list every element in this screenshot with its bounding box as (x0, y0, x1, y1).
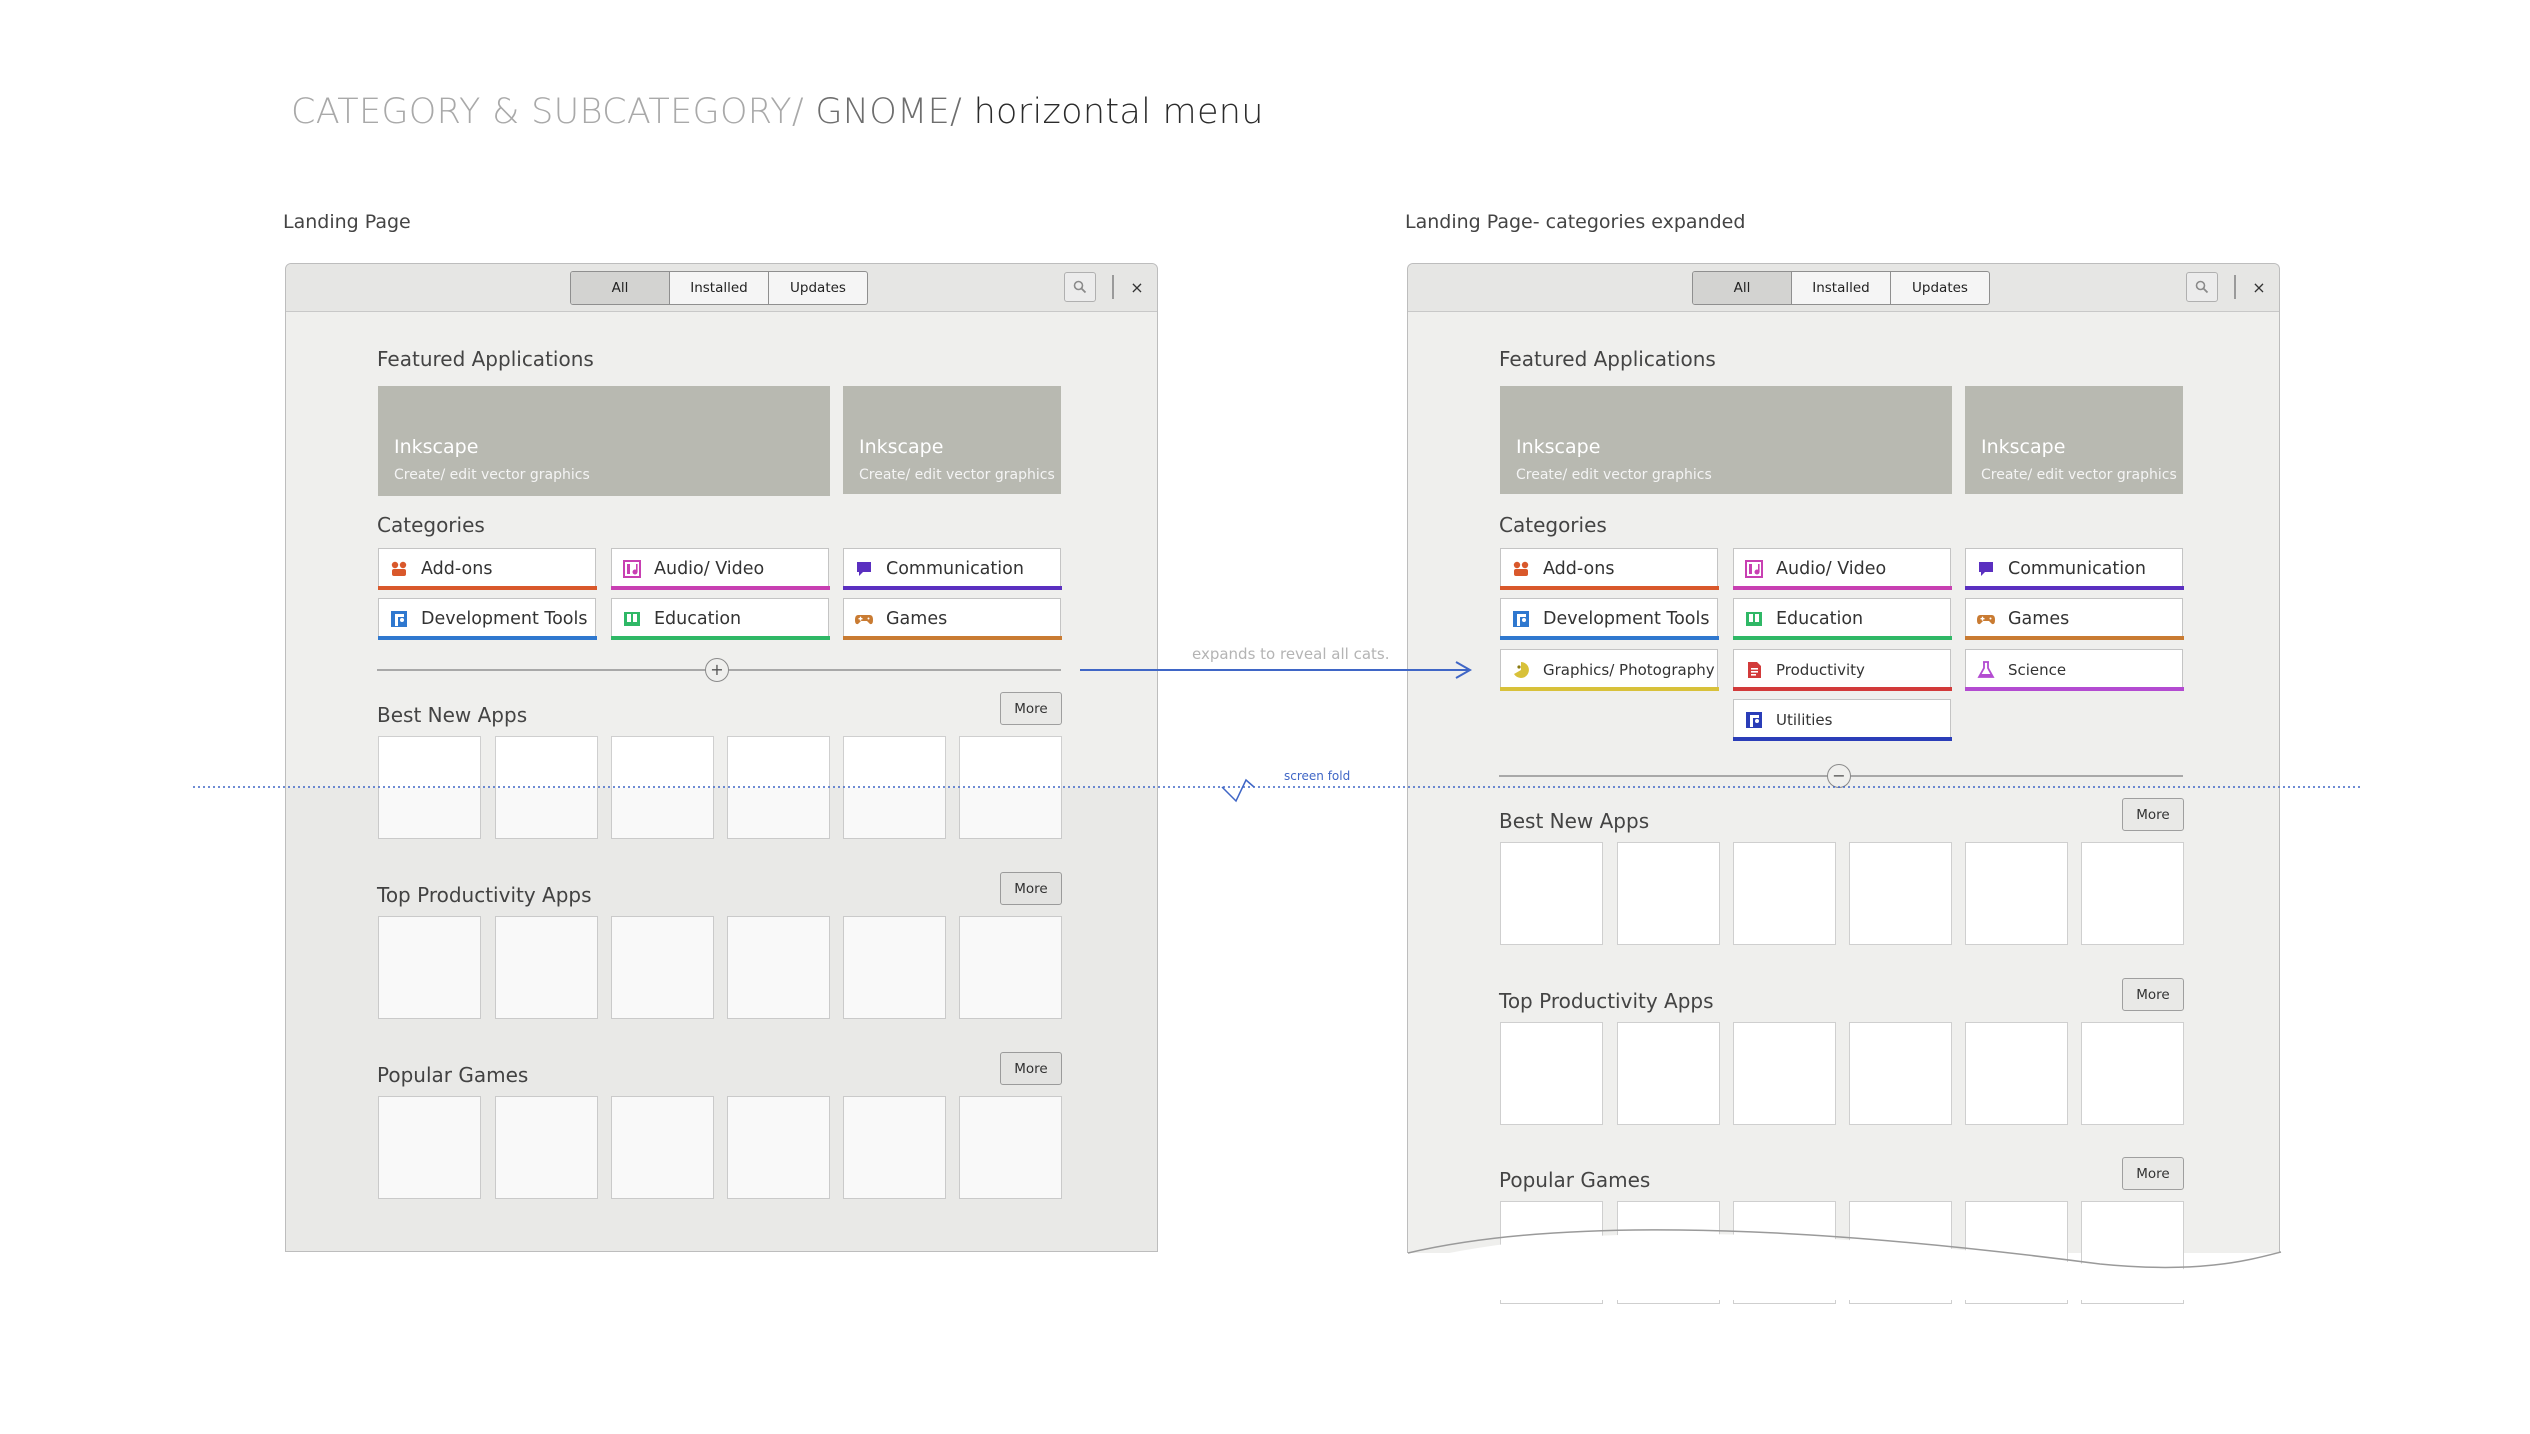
expand-annotation: expands to reveal all cats. (1192, 645, 1390, 663)
screen-fold-marker (1221, 778, 1255, 803)
screen-fold-label: screen fold (1284, 769, 1351, 783)
annotation-overlay (193, 661, 2360, 1300)
